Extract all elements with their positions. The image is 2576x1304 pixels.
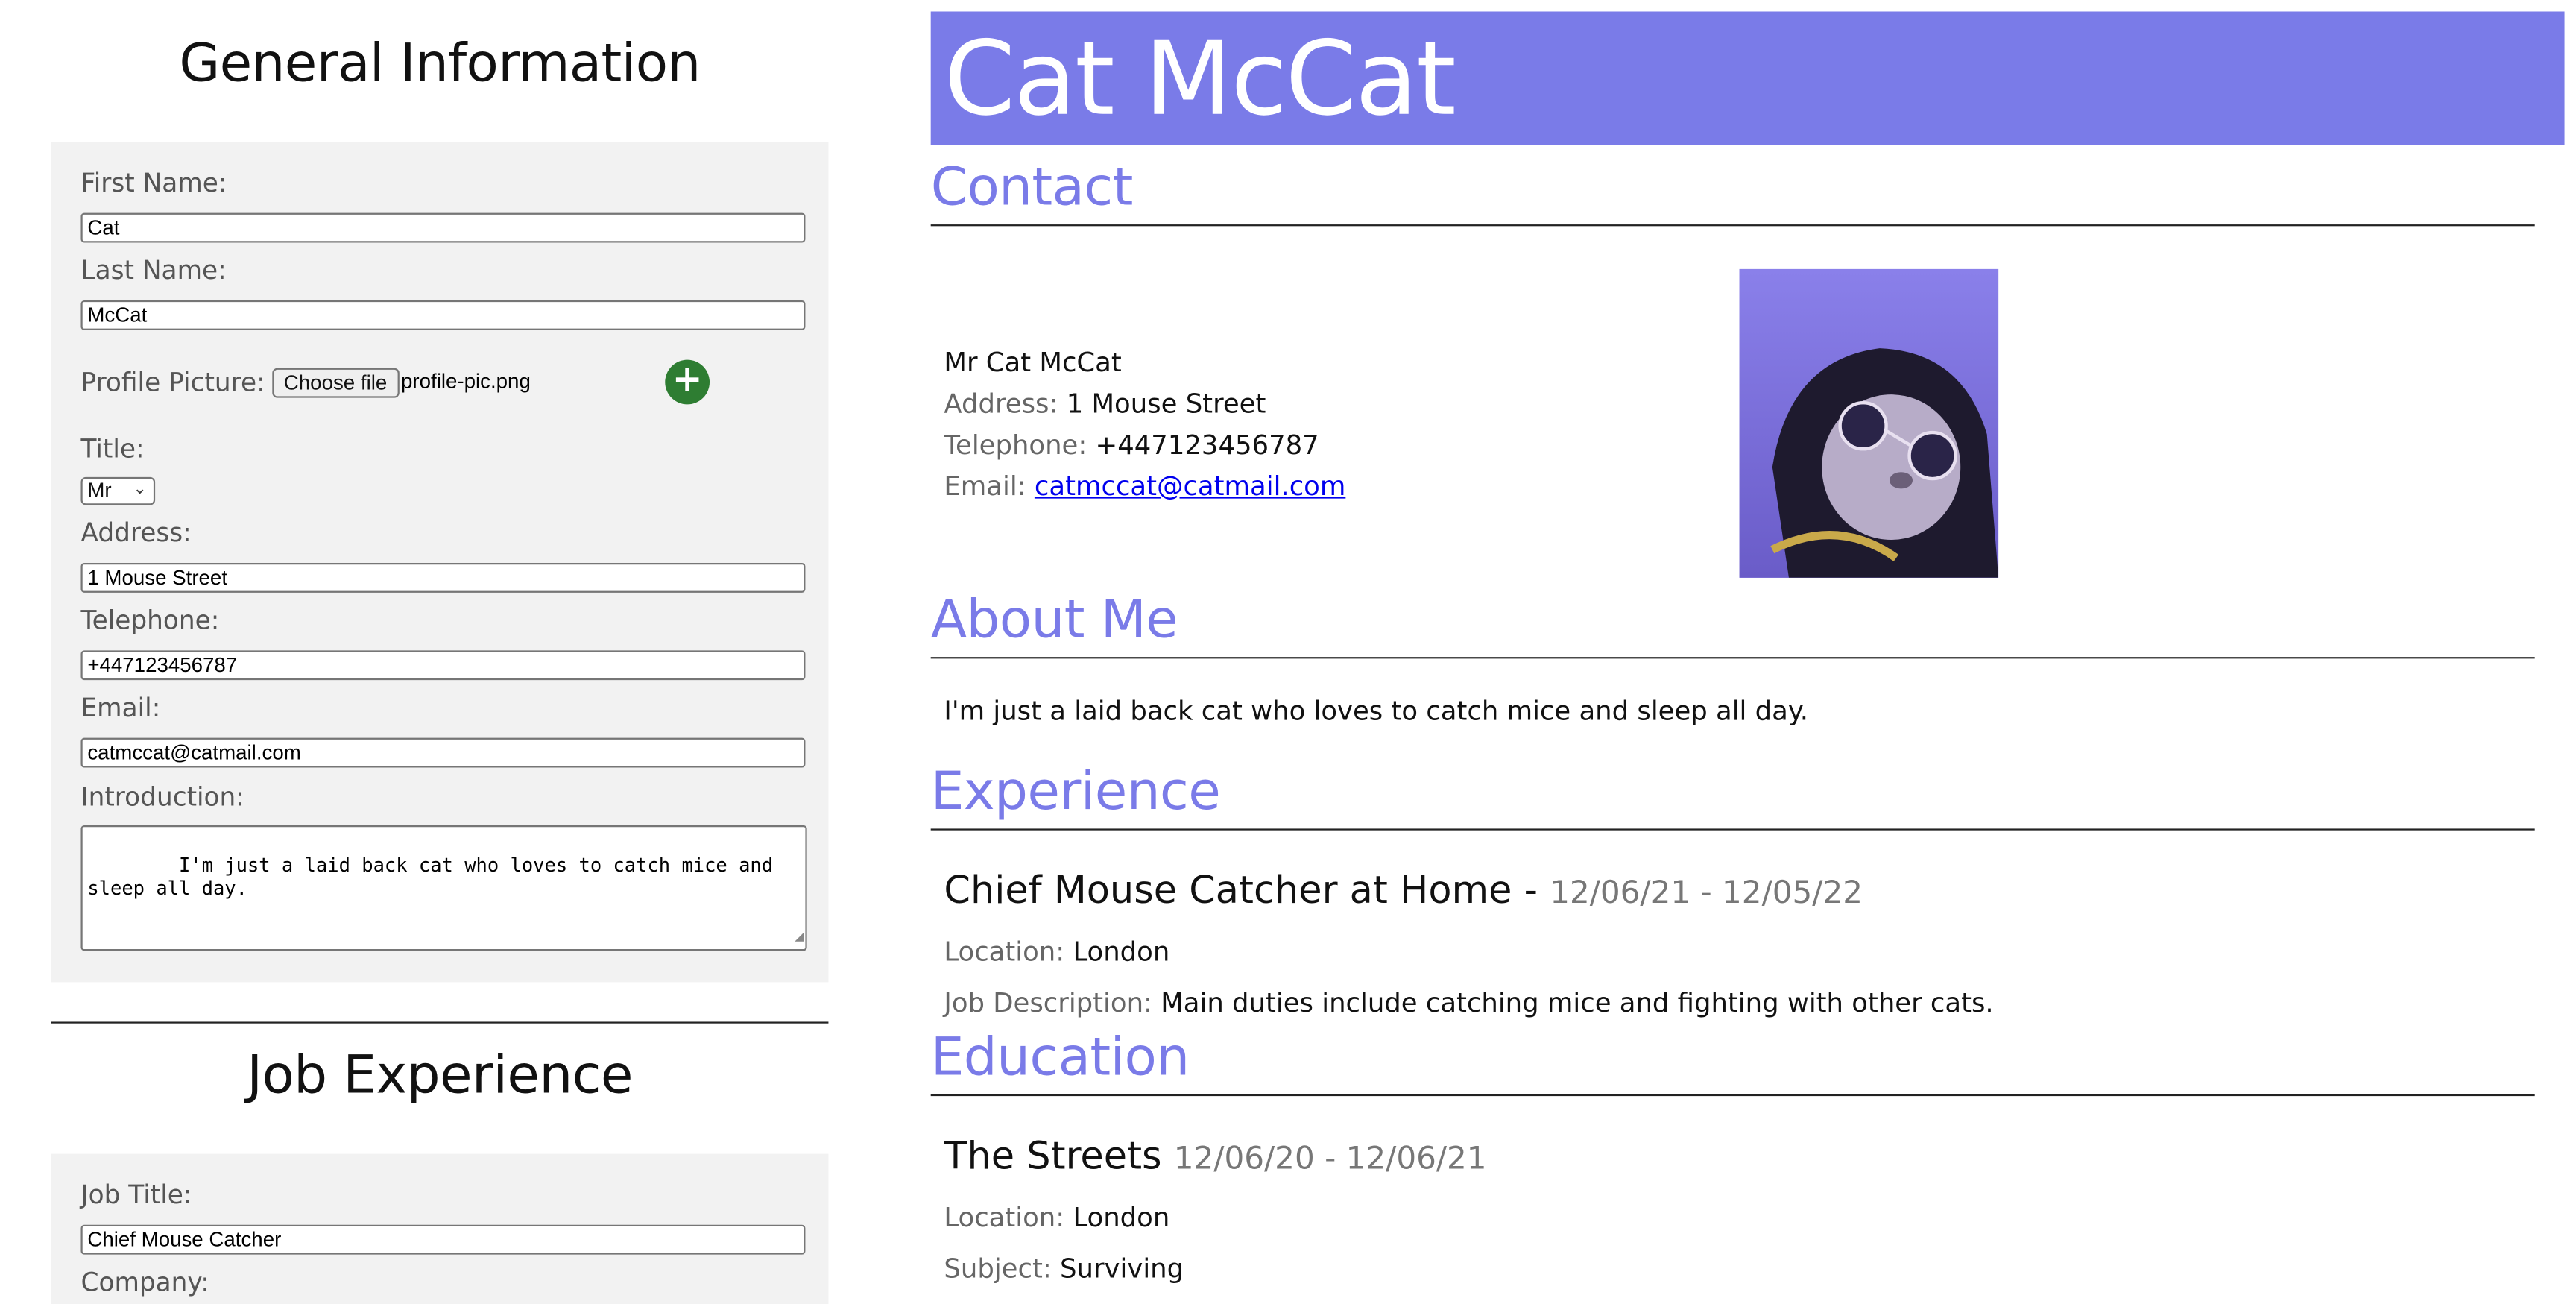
profile-picture-row: Profile Picture: Choose file profile-pic…: [80, 359, 806, 409]
education-location-label: Location:: [944, 1201, 1065, 1233]
contact-email-link[interactable]: catmccat@catmail.com: [1035, 470, 1345, 502]
education-subject-label: Subject:: [944, 1253, 1052, 1285]
job-title-label: Job Title:: [80, 1180, 192, 1210]
contact-telephone-value: +447123456787: [1095, 429, 1319, 461]
add-picture-button[interactable]: +: [665, 359, 710, 405]
job-description-value: Main duties include catching mice and fi…: [1161, 986, 1994, 1019]
company-label: Company:: [80, 1267, 209, 1298]
email-input[interactable]: catmccat@catmail.com: [80, 737, 806, 768]
education-subject-value: Surviving: [1060, 1253, 1184, 1285]
job-title-input[interactable]: Chief Mouse Catcher: [80, 1224, 806, 1255]
section-divider: [51, 1021, 829, 1024]
job-description-label: Job Description:: [944, 986, 1152, 1019]
general-information-panel: First Name: Cat Last Name: McCat Profile…: [51, 142, 829, 983]
telephone-label: Telephone:: [80, 605, 220, 636]
job-experience-panel: Job Title: Chief Mouse Catcher Company:: [51, 1153, 829, 1304]
job-entry-title: Chief Mouse Catcher at Home - 12/06/21 -…: [944, 870, 1863, 913]
job-description: Job Description: Main duties include cat…: [944, 987, 1993, 1018]
contact-address: Address: 1 Mouse Street: [944, 388, 1266, 419]
introduction-text: I'm just a laid back cat who loves to ca…: [87, 853, 785, 900]
about-heading: About Me: [930, 588, 1178, 651]
job-experience-heading: Job Experience: [247, 1043, 633, 1106]
education-subject: Subject: Surviving: [944, 1253, 1184, 1284]
job-entry-heading: Chief Mouse Catcher at Home -: [944, 869, 1538, 913]
profile-picture-label: Profile Picture:: [80, 368, 265, 398]
address-label: Address:: [80, 518, 192, 549]
plus-icon: +: [672, 359, 703, 402]
contact-email: Email: catmccat@catmail.com: [944, 470, 1345, 502]
title-select[interactable]: Mr ⌄: [80, 476, 156, 505]
title-label: Title:: [80, 434, 145, 464]
education-entry-title: The Streets 12/06/20 - 12/06/21: [944, 1136, 1486, 1179]
contact-full-name: Mr Cat McCat: [944, 346, 1122, 379]
chevron-down-icon: ⌄: [133, 480, 148, 499]
contact-address-label: Address:: [944, 388, 1058, 420]
page: General Information First Name: Cat Last…: [0, 0, 2576, 1304]
email-label: Email:: [80, 693, 161, 723]
education-location-value: London: [1073, 1201, 1170, 1233]
experience-rule: [930, 828, 2535, 831]
address-input[interactable]: 1 Mouse Street: [80, 562, 806, 593]
job-entry-dates: 12/06/21 - 12/05/22: [1550, 875, 1863, 912]
cat-photo-image: [1739, 268, 1999, 578]
profile-photo: [1739, 268, 1999, 578]
experience-heading: Experience: [930, 759, 1221, 822]
first-name-input[interactable]: Cat: [80, 212, 806, 243]
about-rule: [930, 657, 2535, 659]
education-location: Location: London: [944, 1202, 1169, 1233]
choose-file-button[interactable]: Choose file: [272, 368, 399, 398]
education-dates: 12/06/20 - 12/06/21: [1173, 1140, 1487, 1177]
contact-email-label: Email:: [944, 470, 1026, 503]
education-school: The Streets: [944, 1136, 1162, 1179]
cv-name-banner: Cat McCat: [930, 11, 2565, 145]
education-rule: [930, 1094, 2535, 1097]
education-heading: Education: [930, 1024, 1190, 1089]
contact-telephone-label: Telephone:: [944, 429, 1087, 461]
contact-heading: Contact: [930, 155, 1134, 218]
contact-address-value: 1 Mouse Street: [1066, 388, 1266, 420]
about-text: I'm just a laid back cat who loves to ca…: [944, 695, 1809, 727]
introduction-textarea[interactable]: I'm just a laid back cat who loves to ca…: [80, 825, 807, 951]
job-location-value: London: [1073, 936, 1170, 968]
title-select-value: Mr: [87, 479, 112, 503]
telephone-input[interactable]: +447123456787: [80, 650, 806, 681]
first-name-label: First Name:: [80, 168, 227, 198]
general-information-heading: General Information: [179, 31, 701, 95]
last-name-label: Last Name:: [80, 256, 227, 286]
contact-telephone: Telephone: +447123456787: [944, 429, 1319, 461]
last-name-input[interactable]: McCat: [80, 300, 806, 330]
selected-file-name: profile-pic.png: [401, 369, 531, 393]
resize-handle-icon[interactable]: ◢: [795, 926, 804, 949]
job-location-label: Location:: [944, 936, 1065, 968]
contact-rule: [930, 224, 2535, 227]
job-location: Location: London: [944, 936, 1169, 967]
introduction-label: Introduction:: [80, 782, 244, 813]
